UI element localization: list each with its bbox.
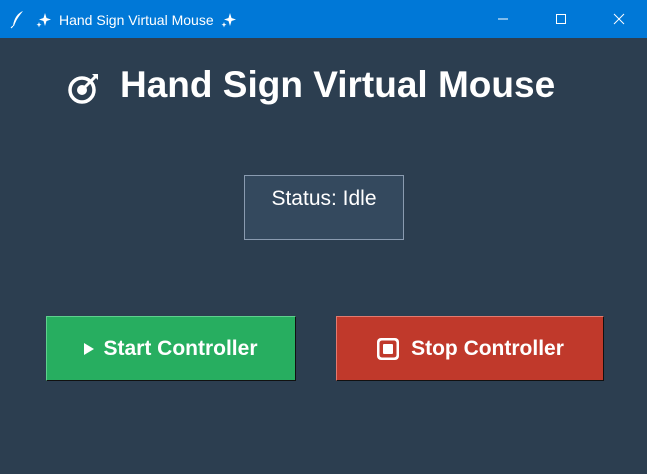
target-dart-icon bbox=[68, 74, 98, 104]
page-heading: Hand Sign Virtual Mouse bbox=[66, 62, 555, 108]
maximize-icon bbox=[556, 14, 566, 24]
start-controller-button[interactable]: Start Controller bbox=[46, 316, 296, 381]
stop-controller-button[interactable]: Stop Controller bbox=[336, 316, 604, 381]
title-bar[interactable]: Hand Sign Virtual Mouse bbox=[0, 0, 647, 38]
close-button[interactable] bbox=[596, 0, 642, 38]
window-title: Hand Sign Virtual Mouse bbox=[36, 0, 237, 38]
main-content: Hand Sign Virtual Mouse Status: Idle Sta… bbox=[0, 38, 647, 474]
play-icon bbox=[84, 342, 95, 355]
stop-controller-label: Stop Controller bbox=[411, 336, 564, 360]
feather-icon bbox=[10, 11, 23, 29]
page-title: Hand Sign Virtual Mouse bbox=[120, 64, 556, 105]
window-title-text: Hand Sign Virtual Mouse bbox=[59, 12, 214, 29]
minimize-button[interactable] bbox=[480, 0, 526, 38]
status-label: Status: Idle bbox=[271, 187, 377, 210]
status-panel: Status: Idle bbox=[244, 175, 404, 240]
sparkles-icon bbox=[221, 13, 236, 28]
maximize-button[interactable] bbox=[538, 0, 584, 38]
close-icon bbox=[613, 13, 625, 25]
start-controller-label: Start Controller bbox=[103, 336, 258, 360]
sparkles-icon bbox=[36, 13, 51, 28]
stop-button-icon bbox=[377, 337, 400, 360]
minimize-icon bbox=[498, 18, 508, 20]
app-window: Hand Sign Virtual Mouse Hand Sign Virtua… bbox=[0, 0, 647, 474]
